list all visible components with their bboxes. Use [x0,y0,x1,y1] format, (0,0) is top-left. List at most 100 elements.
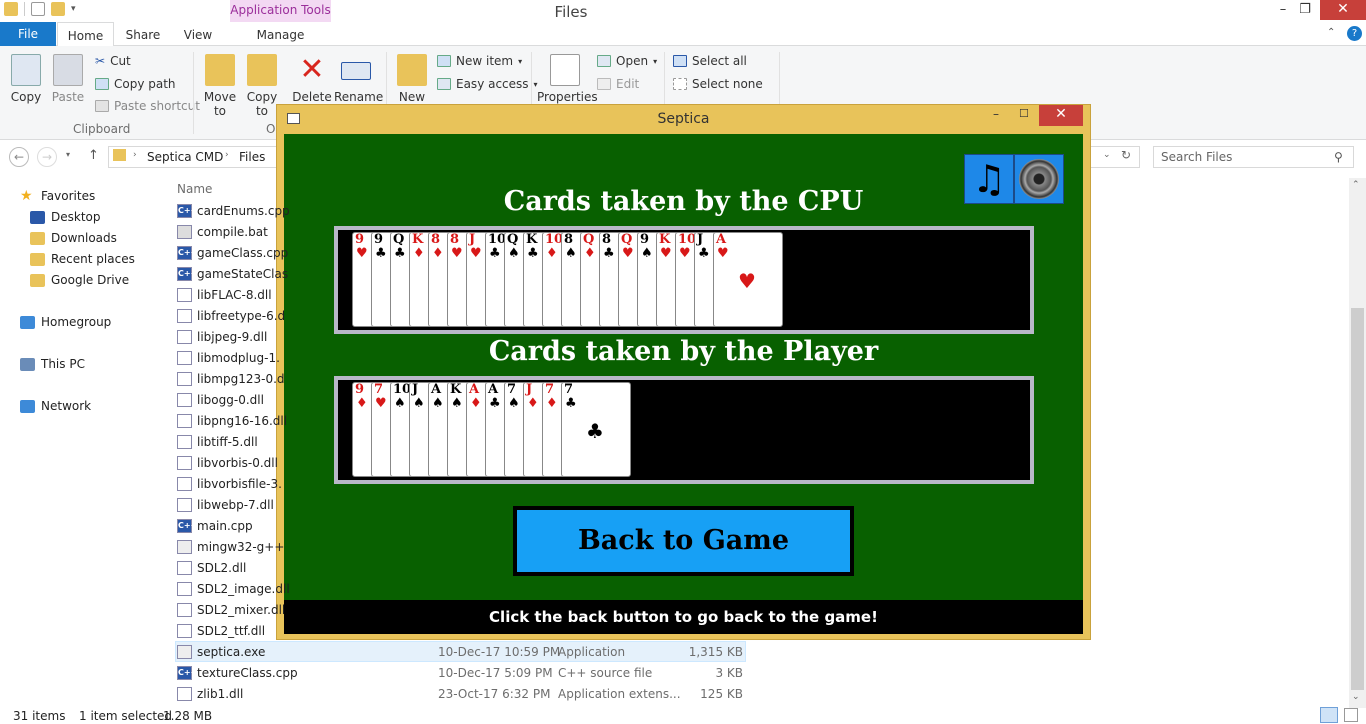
file-row[interactable]: libFLAC-8.dll [177,284,272,305]
card-rank: J [697,232,704,247]
file-row[interactable]: zlib1.dll [177,683,243,704]
copy-button[interactable]: Copy [8,54,44,104]
column-header-name[interactable]: Name [177,182,212,196]
nav-item[interactable]: Desktop [30,210,101,224]
close-button[interactable]: ✕ [1039,105,1083,126]
open-button[interactable]: Open ▾ [597,54,657,68]
search-input[interactable]: Search Files [1153,146,1354,168]
minimize-button[interactable]: – [993,107,999,121]
breadcrumb-files[interactable]: Files [239,150,265,164]
file-row[interactable]: compile.bat [177,221,268,242]
card-suit-icon: ♠ [508,246,520,261]
easy-access-icon [437,78,451,90]
details-view-icon[interactable] [1320,707,1338,723]
nav-item[interactable]: Network [20,399,91,413]
file-row[interactable]: C++ cardEnums.cpp [177,200,290,221]
copy-path-button[interactable]: Copy path [95,77,176,91]
recent-locations-chevron-icon[interactable]: ▾ [66,150,70,159]
rename-button[interactable]: Rename [334,54,383,104]
ribbon-collapse-icon[interactable]: ⌃ [1327,27,1335,38]
file-row[interactable]: SDL2.dll [177,557,246,578]
scroll-down-icon[interactable]: ⌄ [1352,692,1360,702]
paste-shortcut-button[interactable]: Paste shortcut [95,99,200,113]
refresh-icon[interactable]: ↻ [1121,148,1131,162]
edit-button[interactable]: Edit [597,77,639,91]
chevron-down-icon: ▾ [653,56,658,66]
easy-access-button[interactable]: Easy access ▾ [437,77,538,91]
back-nav-button[interactable]: ← [9,147,29,167]
file-row[interactable]: septica.exe [177,641,265,662]
cut-button[interactable]: ✂ Cut [95,54,131,68]
nav-item[interactable]: Google Drive [30,273,129,287]
back-to-game-button[interactable]: Back to Game [513,506,854,576]
forward-nav-button[interactable]: → [37,147,57,167]
dll-file-icon [177,371,192,386]
nav-item[interactable]: Homegroup [20,315,111,329]
nav-item[interactable]: ★ Favorites [20,189,96,204]
file-row[interactable]: C++ textureClass.cpp [177,662,298,683]
copy-path-label: Copy path [114,77,176,91]
select-none-button[interactable]: Select none [673,77,763,91]
breadcrumb-septica-cmd[interactable]: Septica CMD [147,150,223,164]
file-row[interactable]: libmodplug-1. [177,347,280,368]
file-row[interactable]: libmpg123-0.d [177,368,285,389]
file-row[interactable]: C++ main.cpp [177,515,253,536]
dll-file-icon [177,455,192,470]
file-row[interactable]: libogg-0.dll [177,389,264,410]
copy-to-button[interactable]: Copy to [244,54,280,118]
file-name: textureClass.cpp [197,665,298,680]
large-icons-view-icon[interactable] [1344,708,1358,722]
tab-view[interactable]: View [172,22,224,47]
file-row[interactable]: libtiff-5.dll [177,431,258,452]
nav-item[interactable]: Recent places [30,252,135,266]
up-arrow-icon[interactable]: ↑ [88,148,99,163]
file-date: 10-Dec-17 10:59 PM [438,645,561,659]
close-button[interactable]: ✕ [1320,0,1366,20]
file-row[interactable]: libwebp-7.dll [177,494,274,515]
tab-home[interactable]: Home [57,22,114,47]
file-row[interactable]: SDL2_ttf.dll [177,620,265,641]
file-row[interactable]: libvorbis-0.dll [177,452,278,473]
paste-button[interactable]: Paste [50,54,86,104]
file-row[interactable]: libvorbisfile-3. [177,473,282,494]
pc-icon [20,357,35,371]
file-name: septica.exe [197,644,266,659]
dll-file-icon [177,329,192,344]
properties-button[interactable]: Properties [537,54,598,104]
file-row[interactable]: SDL2_mixer.dll [177,599,285,620]
new-folder-button[interactable]: New [394,54,430,104]
nav-item-label: Favorites [41,189,96,203]
file-row[interactable]: libpng16-16.dll [177,410,287,431]
card-rank: 7 [507,382,517,397]
card-rank: 8 [602,232,612,247]
file-row[interactable]: C++ gameStateClas [177,263,288,284]
scroll-up-icon[interactable]: ⌃ [1352,180,1360,190]
tab-share[interactable]: Share [117,22,169,47]
delete-button[interactable]: ✕ Delete [292,54,332,105]
nav-item[interactable]: This PC [20,357,85,371]
file-size: 3 KB [715,666,743,680]
maximize-button[interactable]: ❐ [1288,0,1322,22]
file-row[interactable]: SDL2_image.dll [177,578,290,599]
help-icon[interactable]: ? [1347,26,1362,41]
dll-file-icon [177,287,192,302]
tab-manage[interactable]: Manage [230,22,331,47]
search-icon[interactable]: ⚲ [1334,150,1343,164]
address-dropdown-icon[interactable]: ⌄ [1103,150,1111,160]
file-type: C++ source file [558,666,653,680]
file-name: main.cpp [197,518,253,533]
file-row[interactable]: libjpeg-9.dll [177,326,267,347]
scrollbar-thumb[interactable] [1351,308,1364,690]
file-row[interactable]: C++ gameClass.cpp [177,242,288,263]
card-suit-icon: ♣ [565,396,577,411]
tab-file[interactable]: File [0,22,56,46]
file-name: libtiff-5.dll [197,434,258,449]
nav-item[interactable]: Downloads [30,231,117,245]
file-name: SDL2.dll [197,560,247,575]
file-row[interactable]: libfreetype-6.d [177,305,285,326]
file-row[interactable]: mingw32-g++ [177,536,284,557]
select-all-button[interactable]: Select all [673,54,747,68]
maximize-button[interactable]: ☐ [1019,107,1029,120]
new-item-button[interactable]: New item ▾ [437,54,522,68]
move-to-button[interactable]: Move to [202,54,238,118]
